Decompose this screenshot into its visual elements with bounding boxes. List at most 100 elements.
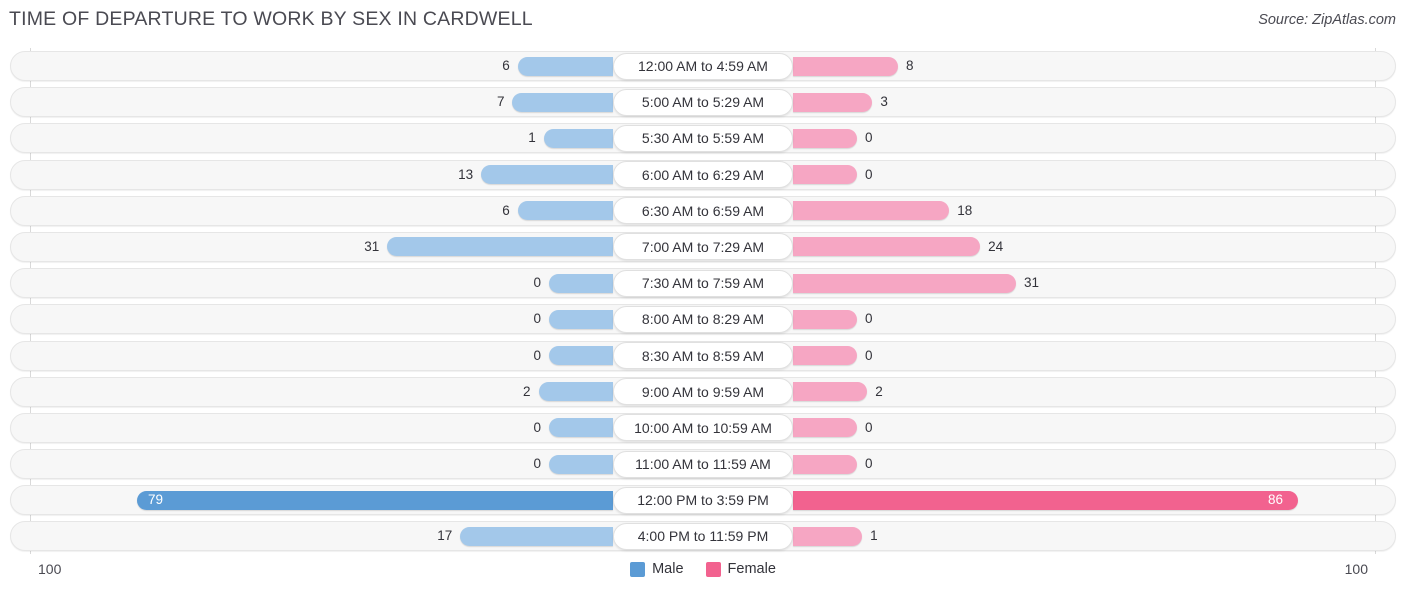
category-pill: 7:30 AM to 7:59 AM xyxy=(613,269,793,297)
bar-male[interactable] xyxy=(387,237,613,257)
bar-row: 1 0 5:30 AM to 5:59 AM xyxy=(0,120,1406,156)
category-label: 6:30 AM to 6:59 AM xyxy=(641,202,765,219)
bar-female[interactable] xyxy=(793,128,857,148)
category-label: 9:00 AM to 9:59 AM xyxy=(641,383,765,400)
category-label: 11:00 AM to 11:59 AM xyxy=(635,456,771,473)
bar-female[interactable] xyxy=(793,237,981,257)
category-label: 6:00 AM to 6:29 AM xyxy=(641,166,765,183)
plot-area: 6 8 12:00 AM to 4:59 AM 7 3 5:00 AM to 5:29 A… xyxy=(0,48,1406,554)
category-label: 8:00 AM to 8:29 AM xyxy=(641,311,765,328)
legend-swatch-female-icon xyxy=(705,561,721,577)
bar-row: 13 0 6:00 AM to 6:29 AM xyxy=(0,157,1406,193)
value-label-male: 0 xyxy=(533,311,541,327)
category-pill: 12:00 AM to 4:59 AM xyxy=(613,52,793,80)
value-label-male: 0 xyxy=(533,275,541,291)
value-label-male: 7 xyxy=(496,94,505,110)
chart-page: TIME OF DEPARTURE TO WORK BY SEX IN CARD… xyxy=(0,0,1406,594)
chart-footer: 100 100 Male Female xyxy=(0,556,1406,594)
category-label: 5:30 AM to 5:59 AM xyxy=(641,130,765,147)
category-label: 10:00 AM to 10:59 AM xyxy=(634,419,772,436)
bar-male[interactable] xyxy=(549,309,613,329)
category-pill: 9:00 AM to 9:59 AM xyxy=(613,378,793,406)
bar-female[interactable] xyxy=(793,382,868,402)
bar-female[interactable] xyxy=(793,92,873,112)
bar-male[interactable] xyxy=(460,526,613,546)
bar-row: 6 18 6:30 AM to 6:59 AM xyxy=(0,193,1406,229)
category-label: 12:00 AM to 4:59 AM xyxy=(638,58,768,74)
value-label-male: 13 xyxy=(458,166,474,182)
value-label-female: 31 xyxy=(1023,275,1039,291)
value-label-male: 6 xyxy=(502,202,510,218)
category-pill: 5:30 AM to 5:59 AM xyxy=(613,124,793,152)
legend-label-female: Female xyxy=(727,561,776,577)
value-label-female: 0 xyxy=(865,130,873,146)
category-label: 7:00 AM to 7:29 AM xyxy=(641,238,765,255)
value-label-female: 0 xyxy=(865,311,873,327)
bar-male[interactable] xyxy=(517,56,613,76)
value-label-female: 0 xyxy=(865,456,873,472)
bar-row: 0 0 8:30 AM to 8:59 AM xyxy=(0,338,1406,374)
bar-female[interactable] xyxy=(793,418,857,438)
category-pill: 7:00 AM to 7:29 AM xyxy=(613,233,793,261)
value-label-female: 2 xyxy=(875,383,883,399)
category-pill: 8:00 AM to 8:29 AM xyxy=(613,305,793,333)
category-label: 7:30 AM to 7:59 AM xyxy=(641,275,765,292)
bar-female[interactable] xyxy=(793,346,857,365)
bar-female[interactable] xyxy=(793,56,899,76)
bar-row: 0 0 8:00 AM to 8:29 AM xyxy=(0,301,1406,337)
category-pill: 8:30 AM to 8:59 AM xyxy=(613,342,793,369)
bar-female[interactable] xyxy=(793,309,857,329)
bar-male[interactable] xyxy=(512,92,613,112)
value-label-male: 2 xyxy=(523,383,531,399)
bar-male[interactable] xyxy=(549,418,613,438)
bar-row: 79 86 12:00 PM to 3:59 PM xyxy=(0,482,1406,518)
legend: Male Female xyxy=(0,561,1406,577)
legend-item-female[interactable]: Female xyxy=(705,561,776,577)
bar-male[interactable] xyxy=(538,382,613,402)
bar-male[interactable] xyxy=(481,165,613,185)
value-label-female: 0 xyxy=(865,347,873,363)
bar-male[interactable] xyxy=(137,490,613,510)
category-pill: 5:00 AM to 5:29 AM xyxy=(613,88,793,116)
category-pill: 12:00 PM to 3:59 PM xyxy=(613,486,793,514)
bar-male[interactable] xyxy=(549,454,613,474)
bar-male[interactable] xyxy=(549,346,613,365)
category-label: 8:30 AM to 8:59 AM xyxy=(641,347,765,364)
bar-female[interactable] xyxy=(793,273,1016,293)
value-label-male: 79 xyxy=(148,492,164,508)
page-title: TIME OF DEPARTURE TO WORK BY SEX IN CARD… xyxy=(9,8,533,30)
source-attribution: Source: ZipAtlas.com xyxy=(1258,12,1396,28)
bar-row: 31 24 7:00 AM to 7:29 AM xyxy=(0,229,1406,265)
bar-male[interactable] xyxy=(549,273,613,293)
value-label-male: 0 xyxy=(533,419,541,435)
bar-male[interactable] xyxy=(517,201,613,221)
chart-header: TIME OF DEPARTURE TO WORK BY SEX IN CARD… xyxy=(0,0,1406,42)
category-pill: 11:00 AM to 11:59 AM xyxy=(613,450,793,478)
bar-row: 17 1 4:00 PM to 11:59 PM xyxy=(0,518,1406,554)
value-label-female: 3 xyxy=(880,94,888,110)
bar-male[interactable] xyxy=(543,128,613,148)
bar-row: 0 0 11:00 AM to 11:59 AM xyxy=(0,446,1406,482)
category-label: 5:00 AM to 5:29 AM xyxy=(641,94,765,111)
bar-female[interactable] xyxy=(793,165,857,185)
value-label-male: 6 xyxy=(502,58,510,73)
value-label-female: 1 xyxy=(870,528,878,544)
value-label-male: 1 xyxy=(528,130,536,146)
legend-swatch-male-icon xyxy=(630,561,646,577)
category-pill: 4:00 PM to 11:59 PM xyxy=(613,522,793,550)
bar-row: 7 3 5:00 AM to 5:29 AM xyxy=(0,84,1406,120)
value-label-male: 17 xyxy=(437,528,453,544)
bar-rows: 6 8 12:00 AM to 4:59 AM 7 3 5:00 AM to 5:29 A… xyxy=(0,48,1406,555)
bar-female[interactable] xyxy=(793,201,950,221)
category-pill: 6:30 AM to 6:59 AM xyxy=(613,197,793,225)
bar-female[interactable] xyxy=(793,526,863,546)
value-label-male: 0 xyxy=(533,347,541,363)
value-label-female: 24 xyxy=(988,238,1004,254)
legend-item-male[interactable]: Male xyxy=(630,561,684,577)
bar-female[interactable] xyxy=(793,454,857,474)
category-label: 4:00 PM to 11:59 PM xyxy=(637,528,769,545)
category-label: 12:00 PM to 3:59 PM xyxy=(637,492,769,509)
value-label-female: 0 xyxy=(865,419,873,435)
category-pill: 6:00 AM to 6:29 AM xyxy=(613,161,793,189)
bar-female[interactable] xyxy=(793,490,1298,510)
